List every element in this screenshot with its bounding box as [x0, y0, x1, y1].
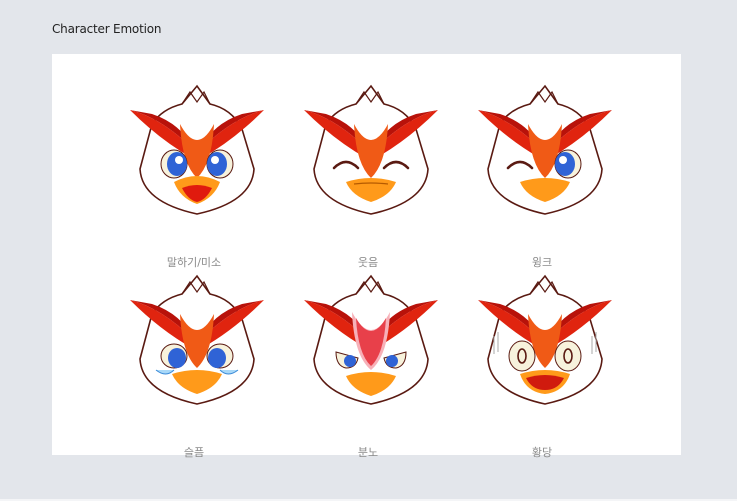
- emotion-card-sad: 슬픔: [114, 274, 274, 459]
- emotion-panel: 말하기/미소 웃음 윙크 슬픔 분노 황당: [52, 54, 681, 459]
- bird-face-talk-icon: [130, 84, 264, 215]
- emotion-card-angry: 분노: [288, 274, 448, 459]
- emotion-card-talk: 말하기/미소: [114, 84, 274, 269]
- emotion-label-laugh: 웃음: [357, 256, 379, 269]
- emotion-label-sad: 슬픔: [183, 446, 205, 459]
- emotion-label-talk: 말하기/미소: [166, 256, 222, 269]
- bird-face-sad-icon: [130, 274, 264, 405]
- bird-face-angry-icon: [304, 274, 438, 405]
- bird-face-laugh-icon: [304, 84, 438, 215]
- emotion-label-angry: 분노: [357, 446, 379, 459]
- emotion-label-wink: 윙크: [531, 256, 553, 269]
- page-title: Character Emotion: [52, 22, 162, 36]
- emotion-card-shocked: 황당: [462, 274, 622, 459]
- bird-face-shocked-icon: [478, 274, 612, 405]
- bird-face-wink-icon: [478, 84, 612, 215]
- emotion-card-wink: 윙크: [462, 84, 622, 269]
- emotion-label-shocked: 황당: [531, 446, 553, 459]
- emotion-card-laugh: 웃음: [288, 84, 448, 269]
